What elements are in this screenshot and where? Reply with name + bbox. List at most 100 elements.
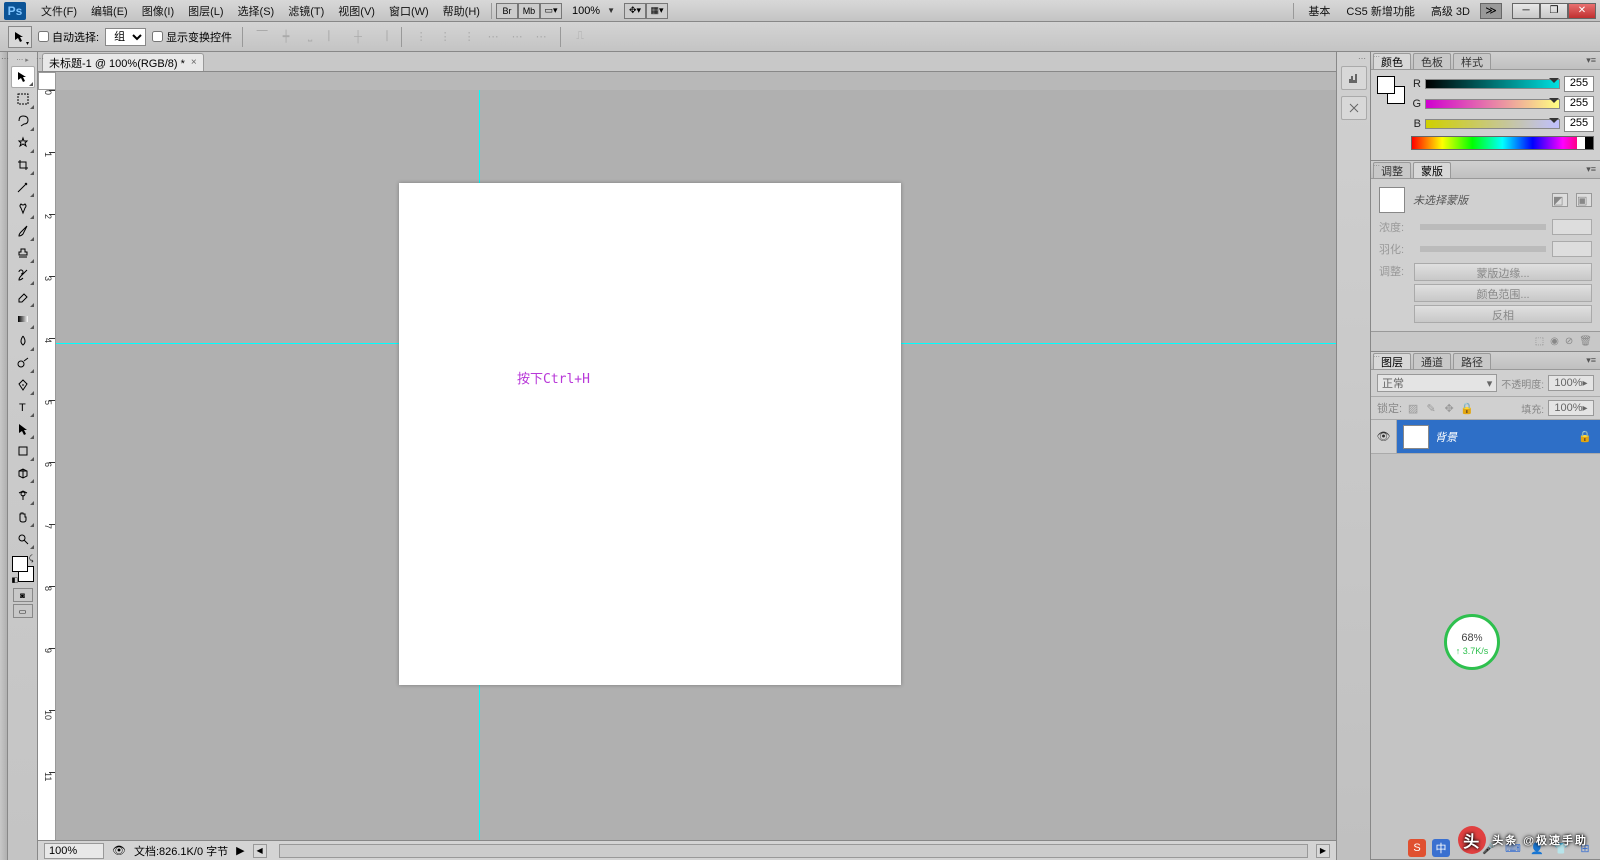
status-menu-arrow[interactable]: ▶ <box>236 844 244 857</box>
apply-mask-icon[interactable]: ◉ <box>1550 336 1559 347</box>
dist-vcenter-icon[interactable]: ⋮ <box>436 28 454 46</box>
window-close-button[interactable]: ✕ <box>1568 3 1596 19</box>
dodge-tool[interactable] <box>11 352 35 374</box>
workspace-3d[interactable]: 高级 3D <box>1425 1 1476 21</box>
menu-edit[interactable]: 编辑(E) <box>84 3 135 19</box>
mask-thumbnail[interactable] <box>1379 187 1405 213</box>
horizontal-scrollbar[interactable] <box>279 844 1308 858</box>
blend-mode-select[interactable]: 正常▾ <box>1377 374 1497 392</box>
brush-tool[interactable] <box>11 220 35 242</box>
zoom-control[interactable]: 100%▼ <box>568 5 618 17</box>
feather-value[interactable] <box>1552 241 1592 257</box>
stamp-tool[interactable] <box>11 242 35 264</box>
quick-mask-button[interactable]: ◙ <box>13 588 33 602</box>
chevron-down-icon[interactable]: ▼ <box>604 6 618 15</box>
canvas-area[interactable]: 按下Ctrl+H <box>56 90 1336 840</box>
lock-transparency-icon[interactable]: ▨ <box>1406 401 1420 415</box>
gradient-tool[interactable] <box>11 308 35 330</box>
crop-tool[interactable] <box>11 154 35 176</box>
default-colors-icon[interactable]: ◧ <box>12 576 19 584</box>
align-vcenter-icon[interactable]: ┿ <box>277 28 295 46</box>
status-doc-info[interactable]: 文档:826.1K/0 字节 <box>134 843 228 859</box>
expand-workspaces-icon[interactable]: ≫ <box>1480 3 1502 19</box>
adjustments-panel-icon[interactable] <box>1341 96 1367 120</box>
channel-value[interactable]: 255 <box>1564 76 1594 92</box>
delete-mask-icon[interactable]: 🗑 <box>1579 336 1592 347</box>
channel-value[interactable]: 255 <box>1564 96 1594 112</box>
show-transform-checkbox[interactable]: 显示变换控件 <box>152 29 232 45</box>
collapsed-dock[interactable] <box>0 52 8 860</box>
color-swatches[interactable]: ⤹ ◧ <box>10 554 36 584</box>
tool-preset-picker[interactable] <box>8 26 32 48</box>
feather-slider[interactable] <box>1420 246 1546 252</box>
tab-swatches[interactable]: 色板 <box>1413 53 1451 69</box>
menu-select[interactable]: 选择(S) <box>231 3 282 19</box>
dist-hcenter-icon[interactable]: ⋯ <box>508 28 526 46</box>
layer-row[interactable]: 👁 背景 🔒 <box>1371 420 1600 454</box>
pen-tool[interactable] <box>11 374 35 396</box>
scroll-left-button[interactable]: ◀ <box>253 844 267 858</box>
mask-edge-button[interactable]: 蒙版边缘... <box>1414 263 1592 281</box>
tab-styles[interactable]: 样式 <box>1453 53 1491 69</box>
3d-tool[interactable] <box>11 462 35 484</box>
type-tool[interactable]: T <box>11 396 35 418</box>
lasso-tool[interactable] <box>11 110 35 132</box>
lock-all-icon[interactable]: 🔒 <box>1460 401 1474 415</box>
shape-tool[interactable] <box>11 440 35 462</box>
density-value[interactable] <box>1552 219 1592 235</box>
menu-window[interactable]: 窗口(W) <box>382 3 436 19</box>
bridge-icon[interactable]: Br <box>496 3 518 19</box>
foreground-color[interactable] <box>12 556 28 572</box>
panel-menu-icon[interactable]: ▾≡ <box>1586 164 1596 175</box>
hand-icon[interactable]: ✥▾ <box>624 3 646 19</box>
zoom-value[interactable]: 100% <box>568 5 604 17</box>
status-zoom-input[interactable]: 100% <box>44 843 104 859</box>
vertical-ruler[interactable]: 01234567891011 <box>38 90 56 840</box>
dist-left-icon[interactable]: ⋯ <box>484 28 502 46</box>
arrange-icon[interactable]: ▦▾ <box>646 3 668 19</box>
workspace-basic[interactable]: 基本 <box>1302 1 1336 21</box>
document-tab[interactable]: 未标题-1 @ 100%(RGB/8) * × <box>42 53 204 71</box>
dist-bottom-icon[interactable]: ⋮ <box>460 28 478 46</box>
ruler-origin[interactable] <box>38 72 56 90</box>
tab-adjustments[interactable]: 调整 <box>1373 162 1411 178</box>
tab-channels[interactable]: 通道 <box>1413 353 1451 369</box>
align-top-icon[interactable]: ⎺ <box>253 28 271 46</box>
auto-select-checkbox[interactable]: 自动选择: <box>38 29 99 45</box>
wand-tool[interactable] <box>11 132 35 154</box>
menu-filter[interactable]: 滤镜(T) <box>281 3 331 19</box>
invert-button[interactable]: 反相 <box>1414 305 1592 323</box>
channel-slider[interactable] <box>1425 119 1560 129</box>
tab-masks[interactable]: 蒙版 <box>1413 162 1451 178</box>
blur-tool[interactable] <box>11 330 35 352</box>
align-bottom-icon[interactable]: ⎵ <box>301 28 319 46</box>
layer-thumbnail[interactable] <box>1403 425 1429 449</box>
layer-name[interactable]: 背景 <box>1435 429 1578 445</box>
menu-layer[interactable]: 图层(L) <box>181 3 230 19</box>
history-brush-tool[interactable] <box>11 264 35 286</box>
swap-colors-icon[interactable]: ⤹ <box>29 554 34 564</box>
pixel-mask-icon[interactable]: ◩ <box>1552 193 1568 207</box>
fill-value[interactable]: 100% ▸ <box>1548 400 1594 416</box>
move-tool[interactable] <box>11 66 35 88</box>
histogram-panel-icon[interactable] <box>1341 66 1367 90</box>
lock-pixels-icon[interactable]: ✎ <box>1424 401 1438 415</box>
eraser-tool[interactable] <box>11 286 35 308</box>
zoom-tool[interactable] <box>11 528 35 550</box>
eye-icon[interactable]: 👁 <box>112 844 126 857</box>
channel-slider[interactable] <box>1425 79 1560 89</box>
tray-ime-icon[interactable]: 中 <box>1432 839 1450 857</box>
channel-value[interactable]: 255 <box>1564 116 1594 132</box>
screen-mode-button[interactable]: ▭ <box>13 604 33 618</box>
panel-menu-icon[interactable]: ▾≡ <box>1586 55 1596 66</box>
tray-icon[interactable]: S <box>1408 839 1426 857</box>
scroll-right-button[interactable]: ▶ <box>1316 844 1330 858</box>
lock-position-icon[interactable]: ✥ <box>1442 401 1456 415</box>
auto-select-target[interactable]: 组 <box>105 28 146 46</box>
dist-top-icon[interactable]: ⋮ <box>412 28 430 46</box>
window-minimize-button[interactable]: ─ <box>1512 3 1540 19</box>
vector-mask-icon[interactable]: ▣ <box>1576 193 1592 207</box>
hand-tool[interactable] <box>11 506 35 528</box>
menu-file[interactable]: 文件(F) <box>34 3 84 19</box>
tab-color[interactable]: 颜色 <box>1373 53 1411 69</box>
